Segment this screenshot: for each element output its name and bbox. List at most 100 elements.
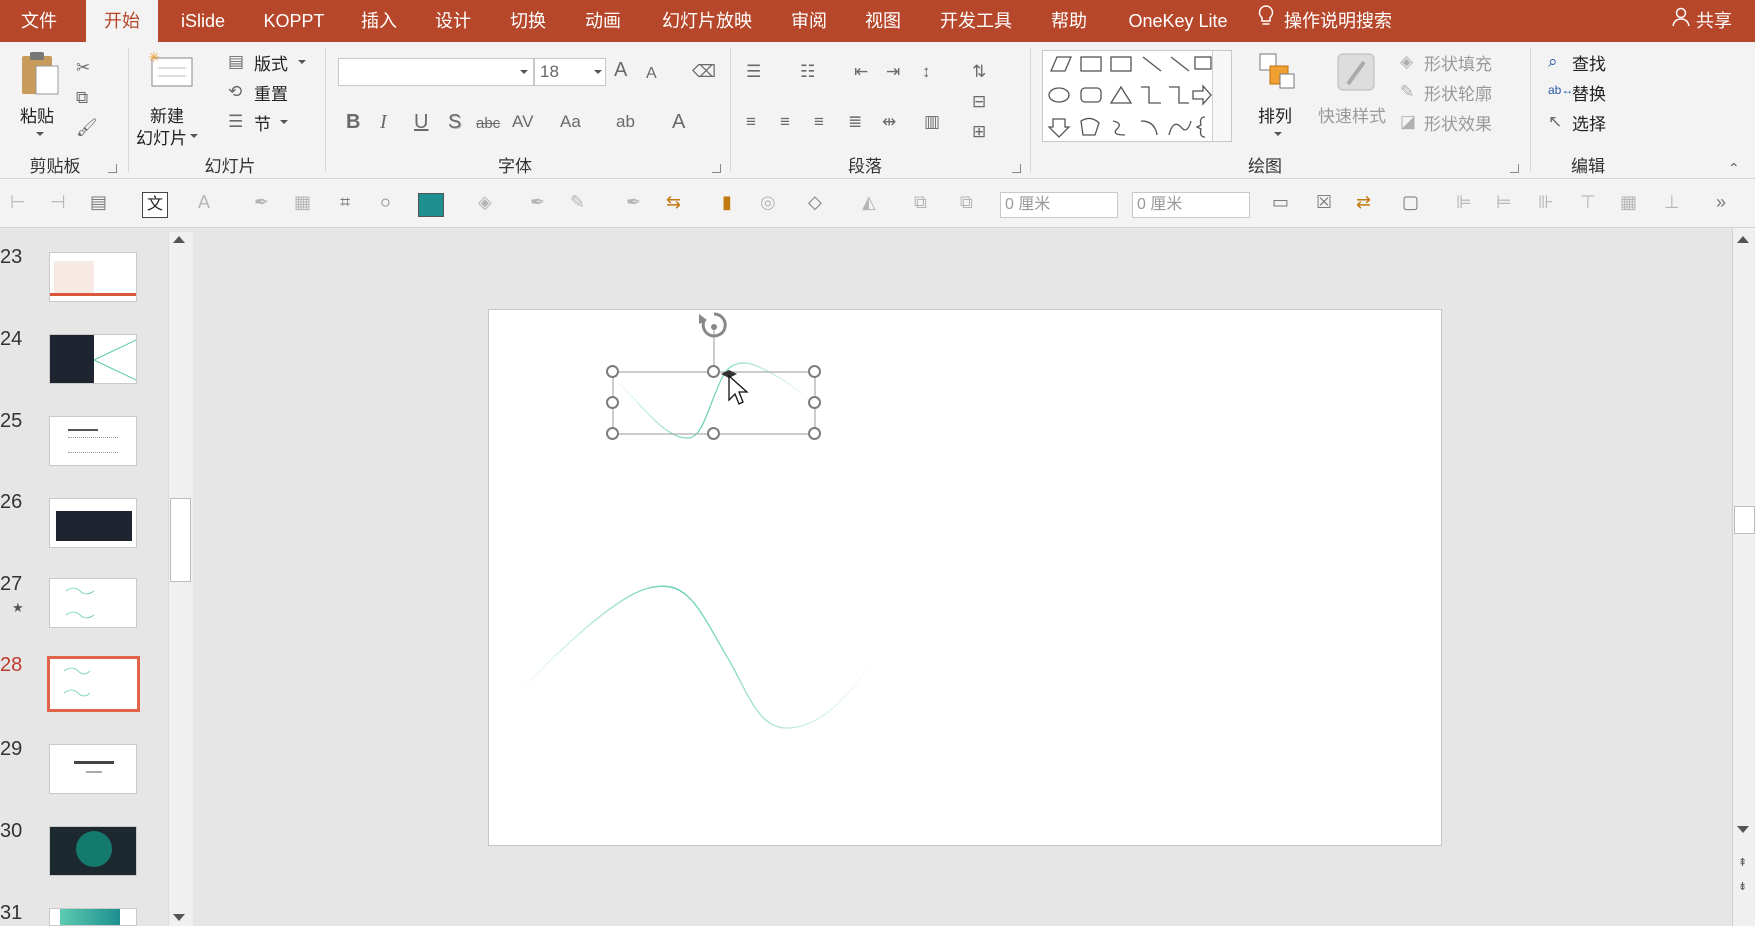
drawing-dialog-launcher[interactable] [1510, 164, 1519, 173]
arrange-button[interactable]: 排列 [1250, 50, 1304, 150]
rotate-icon[interactable]: ◭ [862, 191, 876, 213]
tab-onekey-lite[interactable]: OneKey Lite [1118, 0, 1238, 42]
ungroup-icon[interactable]: ⧉ [960, 191, 973, 213]
frame-icon[interactable]: ▢ [1402, 191, 1419, 213]
resize-handle-e[interactable] [808, 396, 821, 409]
columns-icon[interactable]: ▥ [924, 112, 940, 132]
align-text-icon[interactable]: ⊟ [972, 92, 986, 112]
text-direction-icon[interactable]: ⇅ [972, 62, 986, 82]
tab-insert[interactable]: 插入 [354, 0, 404, 42]
merge-shapes-icon[interactable]: ◎ [760, 191, 776, 213]
format-copy-icon[interactable]: ⇆ [666, 191, 681, 213]
fill-bucket-icon[interactable]: ◈ [478, 191, 492, 213]
slide-thumbnail-26[interactable] [49, 498, 137, 548]
tab-islide[interactable]: iSlide [170, 0, 236, 42]
slide-canvas[interactable] [488, 309, 1442, 846]
circle-shape-icon[interactable]: ○ [380, 191, 391, 213]
slide-thumbnail-28[interactable] [47, 656, 140, 712]
align-right-icon[interactable]: ≡ [814, 112, 824, 132]
increase-indent-icon[interactable]: ⇥ [886, 62, 900, 82]
italic-button[interactable]: I [380, 112, 387, 132]
tab-slideshow[interactable]: 幻灯片放映 [652, 0, 762, 42]
clipboard-dialog-launcher[interactable] [108, 164, 117, 173]
main-scroll-thumb[interactable] [1734, 506, 1755, 534]
outline-pen-icon[interactable]: ✎ [570, 191, 585, 213]
tab-design[interactable]: 设计 [428, 0, 478, 42]
slide-thumbnail-29[interactable] [49, 744, 137, 794]
change-case-button[interactable]: Aa [560, 112, 581, 132]
scroll-down-icon[interactable] [173, 914, 185, 921]
slide-thumbnail-31[interactable] [49, 908, 137, 926]
tab-view[interactable]: 视图 [858, 0, 908, 42]
more-icon[interactable]: » [1716, 191, 1726, 213]
main-scrollbar[interactable]: ⇞ ⇟ [1732, 228, 1755, 926]
crop-icon[interactable]: ⌗ [340, 191, 350, 213]
decrease-indent-icon[interactable]: ⇤ [854, 62, 868, 82]
underline-button[interactable]: U [414, 112, 428, 132]
next-slide-icon[interactable]: ⇟ [1738, 880, 1747, 893]
paste-button[interactable]: 粘贴 [14, 50, 66, 142]
main-scroll-down-icon[interactable] [1737, 826, 1749, 833]
line-spacing-icon[interactable]: ↕ [922, 62, 931, 82]
align-bottom-objects-icon[interactable]: ⊥ [1664, 191, 1680, 213]
large-wave-curve[interactable] [516, 585, 875, 729]
share-button[interactable]: 共享 [1672, 0, 1732, 42]
scroll-thumb[interactable] [170, 498, 191, 582]
shape-width-field[interactable]: 0 厘米 [1000, 192, 1118, 218]
tell-me-search[interactable]: 操作说明搜索 [1258, 0, 1392, 42]
fill-color-swatch[interactable] [418, 193, 444, 217]
tab-koppt[interactable]: KOPPT [254, 0, 334, 42]
copy-icon[interactable]: ⧉ [76, 88, 88, 108]
quick-styles-button[interactable]: 快速样式 [1318, 50, 1394, 150]
scroll-up-icon[interactable] [173, 236, 185, 243]
image-objects-icon[interactable]: ▦ [1620, 191, 1637, 213]
tab-transitions[interactable]: 切换 [503, 0, 553, 42]
main-scroll-up-icon[interactable] [1737, 236, 1749, 243]
chart-icon[interactable]: ▮ [722, 191, 732, 213]
align-middle-objects-icon[interactable]: ⊪ [1538, 191, 1554, 213]
eyedropper-icon[interactable]: ✒ [254, 191, 269, 213]
resize-handle-ne[interactable] [808, 365, 821, 378]
shapes-gallery-scroll[interactable] [1212, 51, 1231, 141]
pipette-icon[interactable]: ✒ [530, 191, 545, 213]
distribute-icon[interactable]: ⊢ [10, 191, 26, 213]
font-a-icon[interactable]: A [198, 191, 210, 213]
format-painter-icon[interactable]: 🖌 [76, 118, 98, 138]
resize-handle-se[interactable] [808, 427, 821, 440]
resize-handle-w[interactable] [606, 396, 619, 409]
textbox-icon[interactable]: ▤ [90, 191, 107, 213]
resize-handle-n[interactable] [707, 365, 720, 378]
shape-height-field[interactable]: 0 厘米 [1132, 192, 1250, 218]
bullets-icon[interactable]: ☰ [746, 62, 761, 82]
align-top-objects-icon[interactable]: ⊤ [1580, 191, 1596, 213]
bold-button[interactable]: B [346, 112, 360, 132]
prev-slide-icon[interactable]: ⇞ [1738, 856, 1747, 869]
resize-handle-nw[interactable] [606, 365, 619, 378]
eyedropper2-icon[interactable]: ✒ [626, 191, 641, 213]
slide-thumbnail-27[interactable] [49, 578, 137, 628]
strikethrough-button[interactable]: abc [476, 114, 500, 134]
numbering-icon[interactable]: ☷ [800, 62, 815, 82]
align-icon[interactable]: ⊣ [50, 191, 66, 213]
align-left-icon[interactable]: ≡ [746, 112, 756, 132]
rotate-handle-icon[interactable] [699, 312, 727, 338]
font-name-box[interactable] [338, 58, 534, 86]
char-spacing-icon[interactable]: AV [512, 112, 533, 132]
slide-thumbnail-24[interactable] [49, 334, 137, 384]
distributed-icon[interactable]: ⇹ [882, 112, 896, 132]
tab-review[interactable]: 审阅 [784, 0, 834, 42]
align-left-objects-icon[interactable]: ⊫ [1456, 191, 1472, 213]
tab-home[interactable]: 开始 [86, 0, 158, 42]
smartart-icon[interactable]: ⊞ [972, 122, 986, 142]
size-icon[interactable]: ▭ [1272, 191, 1289, 213]
swap-icon[interactable]: ⇄ [1356, 191, 1371, 213]
group-icon[interactable]: ⧉ [914, 191, 927, 213]
tab-help[interactable]: 帮助 [1044, 0, 1094, 42]
justify-icon[interactable]: ≣ [848, 112, 862, 132]
tab-developer[interactable]: 开发工具 [930, 0, 1022, 42]
resize-handle-sw[interactable] [606, 427, 619, 440]
clear-format-icon[interactable]: ⌫ [692, 62, 716, 82]
highlight-icon[interactable]: ab [616, 112, 635, 132]
align-right-objects-icon[interactable]: ⊨ [1496, 191, 1512, 213]
tab-file[interactable]: 文件 [0, 0, 78, 42]
